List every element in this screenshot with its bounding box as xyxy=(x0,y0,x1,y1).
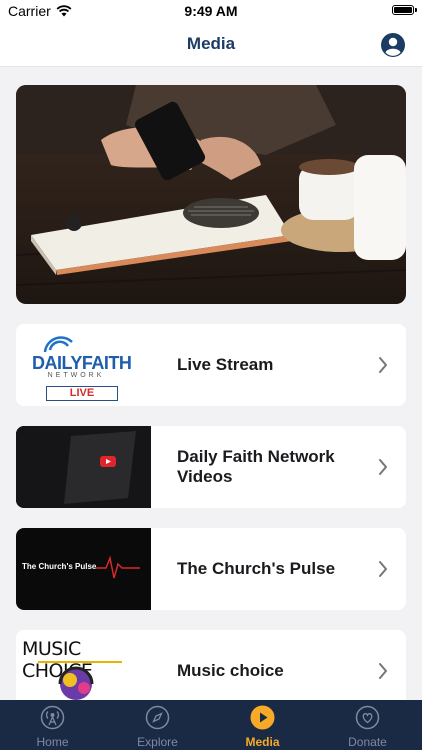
daily-faith-logo-thumbnail: DAILYFAITH NETWORK LIVE xyxy=(16,324,151,406)
live-badge: LIVE xyxy=(46,386,118,401)
tab-media[interactable]: Media xyxy=(210,700,315,750)
tab-label: Media xyxy=(245,735,280,749)
chevron-right-icon xyxy=(379,663,387,679)
churchs-pulse-thumbnail: The Church's Pulse xyxy=(16,528,151,610)
tab-home[interactable]: Home xyxy=(0,700,105,750)
battery-icon xyxy=(392,5,417,15)
navigation-bar: Media xyxy=(0,24,422,67)
hero-image xyxy=(16,85,406,304)
card-label: Live Stream xyxy=(177,355,274,374)
tab-label: Home xyxy=(36,735,69,749)
tab-donate[interactable]: Donate xyxy=(315,700,420,750)
heart-icon xyxy=(355,705,380,730)
video-phone-thumbnail xyxy=(16,426,151,508)
radio-tower-icon xyxy=(40,705,65,730)
profile-icon[interactable] xyxy=(380,32,406,58)
tab-explore[interactable]: Explore xyxy=(105,700,210,750)
status-bar: Carrier 9:49 AM xyxy=(0,0,422,24)
hero-illustration xyxy=(16,85,406,304)
play-icon xyxy=(250,705,275,730)
heartbeat-icon xyxy=(96,555,140,579)
media-card-churchs-pulse[interactable]: The Church's Pulse The Church's Pulse xyxy=(16,528,406,610)
logo-subtext: NETWORK xyxy=(47,372,105,379)
page-title: Media xyxy=(186,34,236,53)
tab-label: Explore xyxy=(137,735,178,749)
card-label: Daily Faith Network Videos xyxy=(177,447,335,486)
status-time: 9:49 AM xyxy=(184,3,238,19)
media-card-videos[interactable]: Daily Faith Network Videos xyxy=(16,426,406,508)
chevron-right-icon xyxy=(379,459,387,475)
chevron-right-icon xyxy=(379,561,387,577)
media-card-live-stream[interactable]: DAILYFAITH NETWORK LIVE Live Stream xyxy=(16,324,406,406)
tab-bar: Home Explore Media Donate xyxy=(0,700,422,750)
card-label: The Church's Pulse xyxy=(177,559,336,578)
chevron-right-icon xyxy=(379,357,387,373)
tab-label: Donate xyxy=(348,735,387,749)
compass-icon xyxy=(145,705,170,730)
logo-text: DAILYFAITH xyxy=(32,353,132,373)
phone-play-illustration xyxy=(16,426,151,508)
